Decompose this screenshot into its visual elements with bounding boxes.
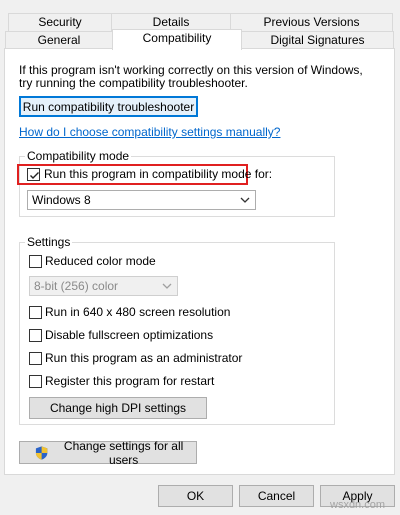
uac-shield-icon [35, 445, 48, 460]
resolution-640-label[interactable]: Run in 640 x 480 screen resolution [45, 305, 230, 319]
cancel-button[interactable]: Cancel [239, 485, 314, 507]
help-link[interactable]: How do I choose compatibility settings m… [19, 125, 280, 139]
compat-mode-checkbox-label[interactable]: Run this program in compatibility mode f… [44, 167, 272, 181]
color-depth-select[interactable]: 8-bit (256) color [29, 276, 178, 296]
ok-button[interactable]: OK [158, 485, 233, 507]
change-all-users-button[interactable]: Change settings for all users [19, 438, 197, 467]
tab-compatibility[interactable]: Compatibility [112, 29, 242, 50]
resolution-640-checkbox[interactable] [29, 306, 42, 319]
settings-group-label: Settings [25, 235, 73, 249]
color-depth-value: 8-bit (256) color [34, 279, 119, 293]
intro-text-line1: If this program isn't working correctly … [19, 63, 363, 77]
change-high-dpi-button[interactable]: Change high DPI settings [29, 397, 207, 419]
tab-security[interactable]: Security [8, 13, 112, 32]
chevron-down-icon [162, 283, 172, 289]
compat-mode-checkbox[interactable] [27, 168, 40, 181]
intro-text-line2: try running the compatibility troublesho… [19, 76, 248, 90]
compat-os-selected-value: Windows 8 [32, 193, 91, 207]
tab-general[interactable]: General [5, 31, 113, 49]
reduced-color-label[interactable]: Reduced color mode [45, 254, 156, 268]
tab-previous-versions[interactable]: Previous Versions [230, 13, 393, 32]
register-restart-label[interactable]: Register this program for restart [45, 374, 214, 388]
disable-fullscreen-label[interactable]: Disable fullscreen optimizations [45, 328, 213, 342]
run-as-admin-label[interactable]: Run this program as an administrator [45, 351, 242, 365]
register-restart-checkbox[interactable] [29, 375, 42, 388]
run-troubleshooter-button[interactable]: Run compatibility troubleshooter [19, 96, 198, 117]
run-as-admin-checkbox[interactable] [29, 352, 42, 365]
tab-digital-signatures[interactable]: Digital Signatures [241, 31, 394, 49]
compat-mode-group-label: Compatibility mode [25, 149, 132, 163]
chevron-down-icon [240, 197, 250, 203]
change-all-users-label: Change settings for all users [63, 438, 184, 467]
checkmark-icon [30, 172, 39, 179]
watermark-text: wsxdn.com [330, 499, 386, 511]
disable-fullscreen-checkbox[interactable] [29, 329, 42, 342]
compat-os-select[interactable]: Windows 8 [27, 190, 256, 210]
reduced-color-checkbox[interactable] [29, 255, 42, 268]
